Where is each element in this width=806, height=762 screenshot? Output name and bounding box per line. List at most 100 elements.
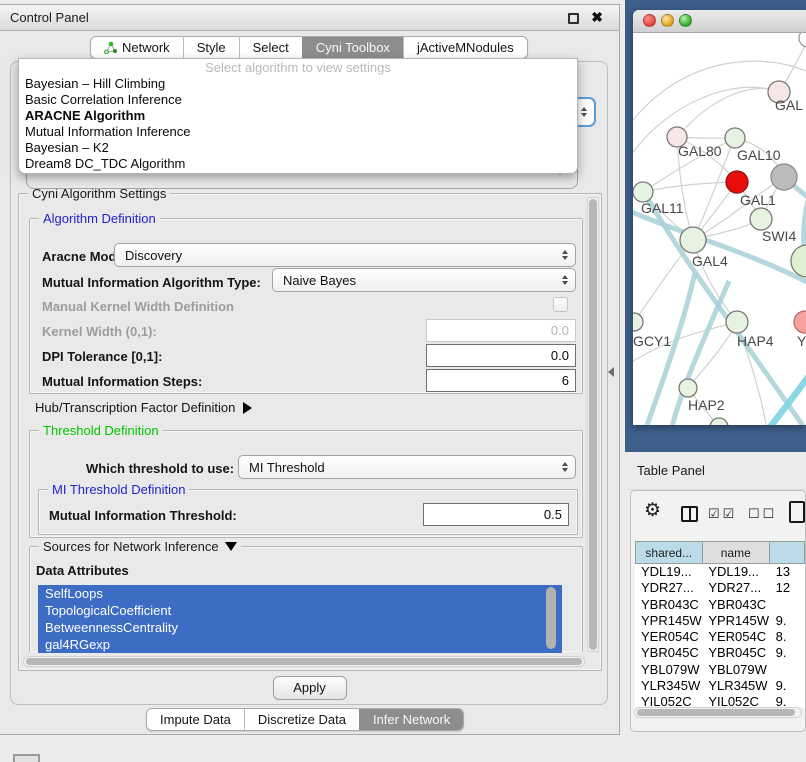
network-icon: [104, 41, 117, 54]
which-threshold-value: MI Threshold: [249, 460, 325, 475]
tab-cyni-toolbox[interactable]: Cyni Toolbox: [302, 37, 403, 58]
algorithm-option-bayesian-k2[interactable]: Bayesian – K2: [19, 140, 577, 156]
select-all-checkboxes-icon[interactable]: ☑☑: [708, 506, 737, 522]
algorithm-option-basic-correlation-inference[interactable]: Basic Correlation Inference: [19, 92, 577, 108]
network-node[interactable]: [726, 311, 748, 333]
tab-impute-data[interactable]: Impute Data: [147, 709, 244, 730]
table-row[interactable]: YIL052CYIL052C9.: [635, 694, 805, 707]
node-label-gal80: GAL80: [678, 143, 722, 159]
settings-vertical-scrollbar[interactable]: [587, 197, 599, 652]
table-row[interactable]: YDR27...YDR27...12: [635, 580, 805, 596]
which-threshold-combo[interactable]: MI Threshold: [238, 455, 576, 479]
table-row[interactable]: YBL079WYBL079W: [635, 662, 805, 678]
panel-collapse-arrow-icon[interactable]: [608, 367, 614, 377]
table-cell: [770, 662, 805, 678]
tab-network[interactable]: Network: [91, 37, 183, 58]
table-row[interactable]: YDL19...YDL19...13: [635, 564, 805, 580]
algorithm-option-bayesian-hill-climbing[interactable]: Bayesian – Hill Climbing: [19, 76, 577, 92]
network-view-window: GALGAL80GAL10GAL1GAL11SWI4GAL4GCY1HAP4YH…: [633, 10, 806, 425]
table-row[interactable]: YER054CYER054C8.: [635, 629, 805, 645]
manual-kernel-width-checkbox[interactable]: [553, 297, 568, 312]
tab-select[interactable]: Select: [239, 37, 302, 58]
clear-checkboxes-icon[interactable]: ☐☐: [748, 506, 777, 522]
tab-style[interactable]: Style: [183, 37, 239, 58]
table-cell: YIL052C: [702, 694, 769, 707]
bottom-tabbar: Impute DataDiscretize DataInfer Network: [146, 708, 464, 731]
network-node[interactable]: [799, 33, 806, 47]
network-edge[interactable]: [767, 369, 806, 425]
data-attributes-list[interactable]: SelfLoopsTopologicalCoefficientBetweenne…: [38, 585, 562, 653]
export-table-icon[interactable]: [789, 501, 805, 523]
network-node[interactable]: [791, 245, 806, 277]
table-cell: 9.: [770, 678, 805, 694]
control-panel-window: Control Panel ✖ NetworkStyleSelectCyni T…: [0, 4, 620, 735]
mi-threshold-input[interactable]: 0.5: [423, 503, 569, 526]
mi-algorithm-type-combo[interactable]: Naive Bayes: [272, 268, 576, 292]
algorithm-option-dream8-dc-tdc-algorithm[interactable]: Dream8 DC_TDC Algorithm: [19, 156, 577, 172]
network-edge[interactable]: [643, 191, 805, 425]
sources-toggle[interactable]: Sources for Network Inference: [39, 539, 241, 554]
table-horizontal-scrollbar[interactable]: [634, 707, 802, 718]
tab-infer-network[interactable]: Infer Network: [359, 709, 463, 730]
minimize-window-icon[interactable]: [661, 14, 674, 27]
settings-gear-icon[interactable]: ⚙: [644, 499, 661, 522]
sources-title: Sources for Network Inference: [43, 539, 219, 554]
apply-button[interactable]: Apply: [273, 676, 347, 700]
table-toolbar: ⚙ ☑☑ ☐☐: [631, 491, 805, 541]
network-node[interactable]: [750, 208, 772, 230]
column-view-icon[interactable]: [681, 506, 698, 522]
algorithm-definition-group: Algorithm Definition Aracne Mode: Discov…: [29, 218, 583, 394]
table-cell: 9.: [770, 645, 805, 661]
tab-label: Network: [122, 40, 170, 55]
close-panel-icon[interactable]: ✖: [591, 9, 603, 26]
close-window-icon[interactable]: [643, 14, 656, 27]
zoom-window-icon[interactable]: [679, 14, 692, 27]
tab-label: Select: [253, 40, 289, 55]
network-canvas[interactable]: GALGAL80GAL10GAL1GAL11SWI4GAL4GCY1HAP4YH…: [633, 33, 806, 425]
table-panel-window: ⚙ ☑☑ ☐☐ shared...name YDL19...YDL19...13…: [630, 490, 806, 732]
network-node[interactable]: [633, 182, 653, 202]
column-header-name[interactable]: name: [703, 541, 770, 564]
algorithm-option-list: Bayesian – Hill ClimbingBasic Correlatio…: [19, 76, 577, 172]
network-node[interactable]: [633, 313, 643, 331]
attributes-list-scrollbar[interactable]: [546, 585, 556, 653]
network-node[interactable]: [794, 311, 806, 333]
mi-steps-input[interactable]: 6: [426, 369, 576, 392]
settings-horizontal-scrollbar[interactable]: [23, 656, 585, 667]
table-cell: YBR043C: [702, 597, 769, 613]
attribute-item-topologicalcoefficient[interactable]: TopologicalCoefficient: [38, 602, 562, 619]
network-window-titlebar: [633, 10, 806, 33]
network-node[interactable]: [680, 227, 706, 253]
manual-kernel-width-label: Manual Kernel Width Definition: [42, 299, 234, 314]
float-window-icon[interactable]: [568, 13, 579, 24]
network-node[interactable]: [725, 128, 745, 148]
attribute-item-betweennesscentrality[interactable]: BetweennessCentrality: [38, 619, 562, 636]
attribute-item-selfloops[interactable]: SelfLoops: [38, 585, 562, 602]
hub-definition-toggle[interactable]: Hub/Transcription Factor Definition: [35, 400, 252, 415]
tab-jactivemnodules[interactable]: jActiveMNodules: [403, 37, 527, 58]
network-node[interactable]: [679, 379, 697, 397]
table-row[interactable]: YBR045CYBR045C9.: [635, 645, 805, 661]
table-row[interactable]: YPR145WYPR145W9.: [635, 613, 805, 629]
table-cell: YDL19...: [635, 564, 702, 580]
dpi-tolerance-input[interactable]: 0.0: [426, 344, 576, 367]
aracne-mode-combo[interactable]: Discovery: [114, 243, 576, 267]
table-row[interactable]: YBR043CYBR043C: [635, 597, 805, 613]
minimized-panel-icon[interactable]: [13, 754, 40, 762]
network-node[interactable]: [771, 164, 797, 190]
column-header-partial[interactable]: [770, 541, 805, 564]
mi-threshold-group: MI Threshold Definition Mutual Informati…: [38, 489, 578, 535]
table-cell: YBR045C: [635, 645, 702, 661]
table-row[interactable]: YLR345WYLR345W9.: [635, 678, 805, 694]
network-node[interactable]: [726, 171, 748, 193]
network-edge[interactable]: [677, 88, 779, 137]
network-edge[interactable]: [643, 182, 737, 192]
column-header-shared[interactable]: shared...: [635, 541, 703, 564]
table-cell: 8.: [770, 629, 805, 645]
algorithm-option-mutual-information-inference[interactable]: Mutual Information Inference: [19, 124, 577, 140]
attribute-item-gal4rgexp[interactable]: gal4RGexp: [38, 636, 562, 653]
cyni-algorithm-settings-group: Cyni Algorithm Settings Algorithm Defini…: [18, 193, 602, 671]
algorithm-dropdown-popup: Select algorithm to view settings Bayesi…: [18, 58, 578, 174]
algorithm-option-aracne-algorithm[interactable]: ARACNE Algorithm: [19, 108, 577, 124]
tab-discretize-data[interactable]: Discretize Data: [244, 709, 359, 730]
